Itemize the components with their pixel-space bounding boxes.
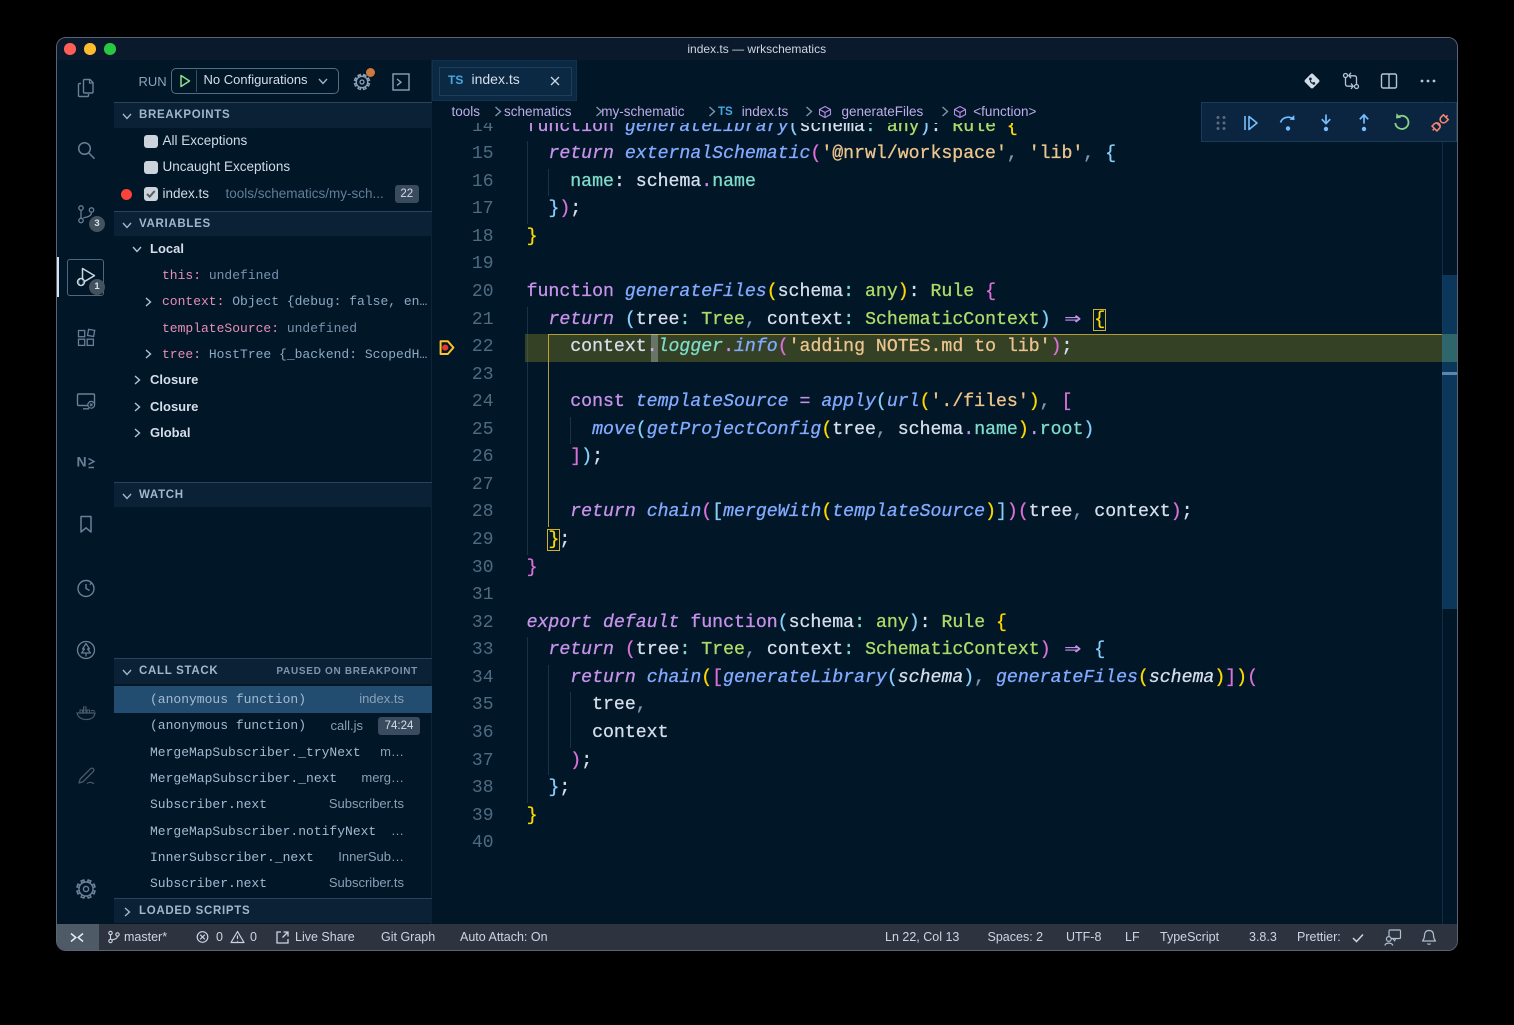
svg-text:N: N [76,454,86,470]
